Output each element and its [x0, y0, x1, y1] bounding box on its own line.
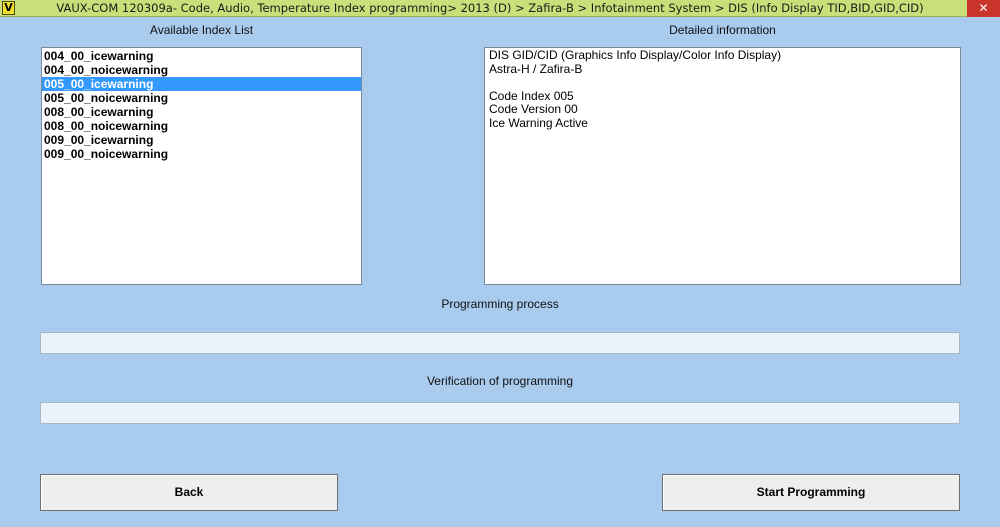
programming-process-label: Programming process [441, 297, 559, 311]
list-item[interactable]: 005_00_icewarning [42, 77, 361, 91]
list-item[interactable]: 005_00_noicewarning [42, 91, 361, 105]
detailed-info-label: Detailed information [669, 23, 776, 37]
start-programming-button[interactable]: Start Programming [662, 474, 960, 511]
info-line: DIS GID/CID (Graphics Info Display/Color… [489, 48, 782, 62]
info-line: Ice Warning Active [489, 115, 588, 130]
list-item[interactable]: 004_00_icewarning [42, 49, 361, 63]
index-list-label: Available Index List [149, 23, 254, 37]
window-title: VAUX-COM 120309a- Code, Audio, Temperatu… [56, 1, 924, 15]
info-line: Code Index 005 [489, 88, 574, 103]
info-line [489, 76, 956, 90]
detailed-info-box: DIS GID/CID (Graphics Info Display/Color… [484, 47, 961, 285]
verification-label: Verification of programming [426, 374, 574, 388]
info-line: Code Version 00 [489, 102, 578, 116]
list-item[interactable]: 009_00_icewarning [42, 133, 361, 147]
title-bar: V VAUX-COM 120309a- Code, Audio, Tempera… [0, 0, 1000, 17]
programming-progress-bar [40, 332, 960, 354]
back-button[interactable]: Back [40, 474, 338, 511]
verification-progress-bar [40, 402, 960, 424]
info-line: Astra-H / Zafira-B [489, 61, 583, 76]
list-item[interactable]: 008_00_icewarning [42, 105, 361, 119]
list-item[interactable]: 004_00_noicewarning [42, 63, 361, 77]
index-listbox[interactable]: 004_00_icewarning 004_00_noicewarning 005_… [41, 47, 362, 285]
close-button[interactable]: ✕ [967, 0, 1000, 17]
list-item[interactable]: 009_00_noicewarning [42, 147, 361, 161]
list-item[interactable]: 008_00_noicewarning [42, 119, 361, 133]
